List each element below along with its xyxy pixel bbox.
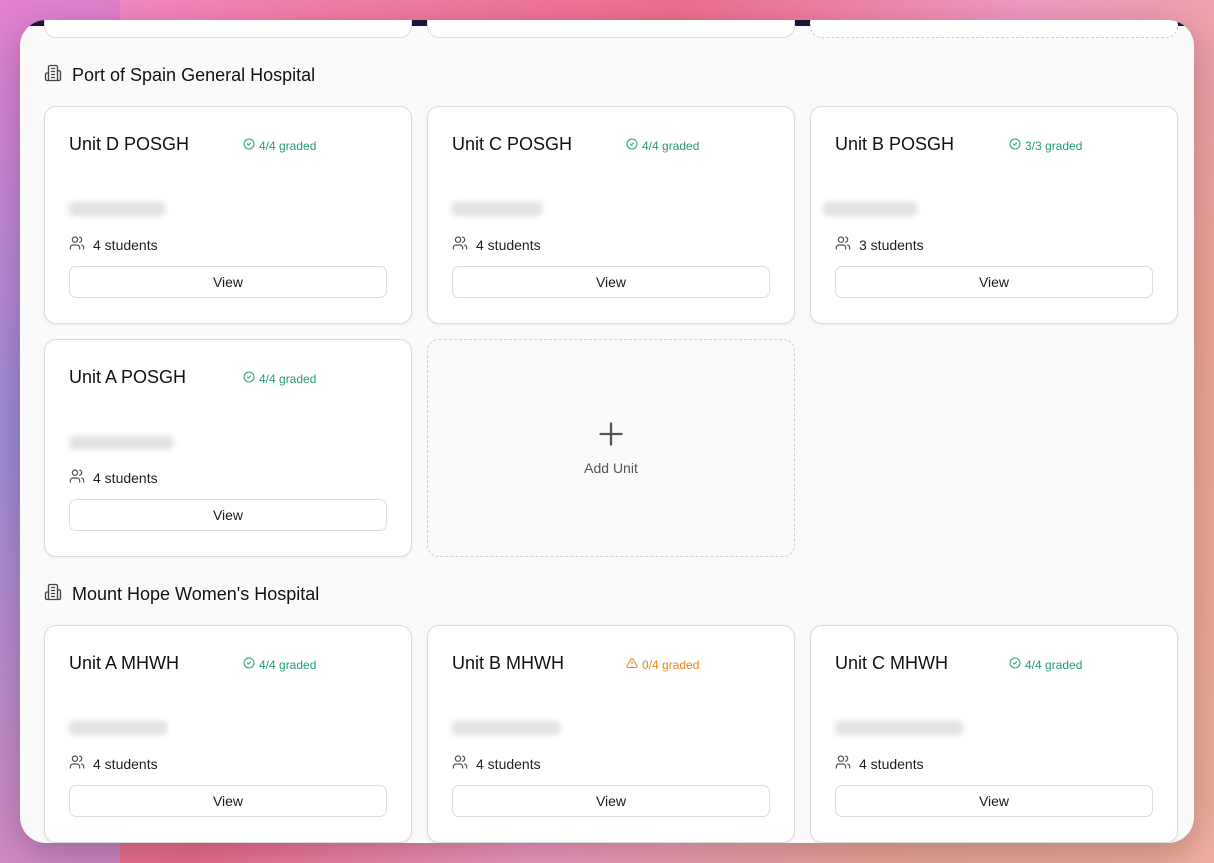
- partial-add-card: [810, 20, 1178, 38]
- unit-card: Unit A MHWH 4/4 graded 4 students View: [44, 625, 412, 843]
- graded-badge: 4/4 graded: [243, 657, 316, 672]
- check-circle-icon: [1009, 657, 1021, 672]
- unit-name: Unit C POSGH: [452, 134, 573, 154]
- unit-name: Unit B MHWH: [452, 653, 564, 673]
- check-circle-icon: [243, 371, 255, 386]
- users-icon: [69, 468, 85, 487]
- graded-badge: 3/3 graded: [1009, 138, 1082, 153]
- unit-card: Unit C MHWH 4/4 graded 4 students View: [810, 625, 1178, 843]
- students-count: 4 students: [69, 754, 158, 773]
- view-button[interactable]: View: [69, 785, 387, 817]
- redacted-text: [835, 721, 963, 735]
- view-button[interactable]: View: [452, 266, 770, 298]
- section-title-posgh: Port of Spain General Hospital: [44, 64, 315, 87]
- redacted-text: [69, 436, 173, 450]
- view-button[interactable]: View: [452, 785, 770, 817]
- redacted-text: [452, 721, 560, 735]
- unit-name: Unit A POSGH: [69, 367, 187, 387]
- users-icon: [69, 754, 85, 773]
- unit-card: Unit B POSGH 3/3 graded 3 students View: [810, 106, 1178, 324]
- check-circle-icon: [243, 138, 255, 153]
- warning-triangle-icon: [626, 657, 638, 672]
- view-button[interactable]: View: [835, 266, 1153, 298]
- plus-icon: [597, 420, 625, 452]
- building-icon: [44, 583, 62, 606]
- graded-badge: 4/4 graded: [1009, 657, 1082, 672]
- building-icon: [44, 64, 62, 87]
- check-circle-icon: [243, 657, 255, 672]
- section-title-text: Mount Hope Women's Hospital: [72, 584, 320, 604]
- unit-name: Unit A MHWH: [69, 653, 180, 673]
- unit-card: Unit C POSGH 4/4 graded 4 students View: [427, 106, 795, 324]
- redacted-text: [452, 202, 542, 216]
- unit-name: Unit C MHWH: [835, 653, 948, 673]
- students-count: 4 students: [452, 235, 541, 254]
- students-count: 4 students: [69, 235, 158, 254]
- section-title-mhwh: Mount Hope Women's Hospital: [44, 583, 319, 606]
- users-icon: [835, 754, 851, 773]
- partial-card: [427, 20, 795, 38]
- graded-badge: 0/4 graded: [626, 657, 699, 672]
- users-icon: [452, 235, 468, 254]
- section-title-text: Port of Spain General Hospital: [72, 65, 316, 85]
- students-count: 4 students: [69, 468, 158, 487]
- view-button[interactable]: View: [69, 499, 387, 531]
- check-circle-icon: [626, 138, 638, 153]
- check-circle-icon: [1009, 138, 1021, 153]
- unit-name: Unit D POSGH: [69, 134, 190, 154]
- add-unit-button[interactable]: Add Unit: [427, 339, 795, 557]
- partial-card: [44, 20, 412, 38]
- graded-badge: 4/4 graded: [243, 371, 316, 386]
- students-count: 4 students: [835, 754, 924, 773]
- add-unit-label: Add Unit: [584, 460, 638, 476]
- redacted-text: [69, 202, 165, 216]
- graded-badge: 4/4 graded: [243, 138, 316, 153]
- students-count: 4 students: [452, 754, 541, 773]
- users-icon: [69, 235, 85, 254]
- students-count: 3 students: [835, 235, 924, 254]
- unit-card: Unit B MHWH 0/4 graded 4 students View: [427, 625, 795, 843]
- users-icon: [452, 754, 468, 773]
- users-icon: [835, 235, 851, 254]
- unit-name: Unit B POSGH: [835, 134, 955, 154]
- redacted-text: [823, 202, 917, 216]
- unit-card: Unit A POSGH 4/4 graded 4 students View: [44, 339, 412, 557]
- view-button[interactable]: View: [835, 785, 1153, 817]
- view-button[interactable]: View: [69, 266, 387, 298]
- unit-card: Unit D POSGH 4/4 graded 4 students View: [44, 106, 412, 324]
- graded-badge: 4/4 graded: [626, 138, 699, 153]
- app-window: Port of Spain General Hospital Unit D PO…: [20, 20, 1194, 843]
- redacted-text: [69, 721, 167, 735]
